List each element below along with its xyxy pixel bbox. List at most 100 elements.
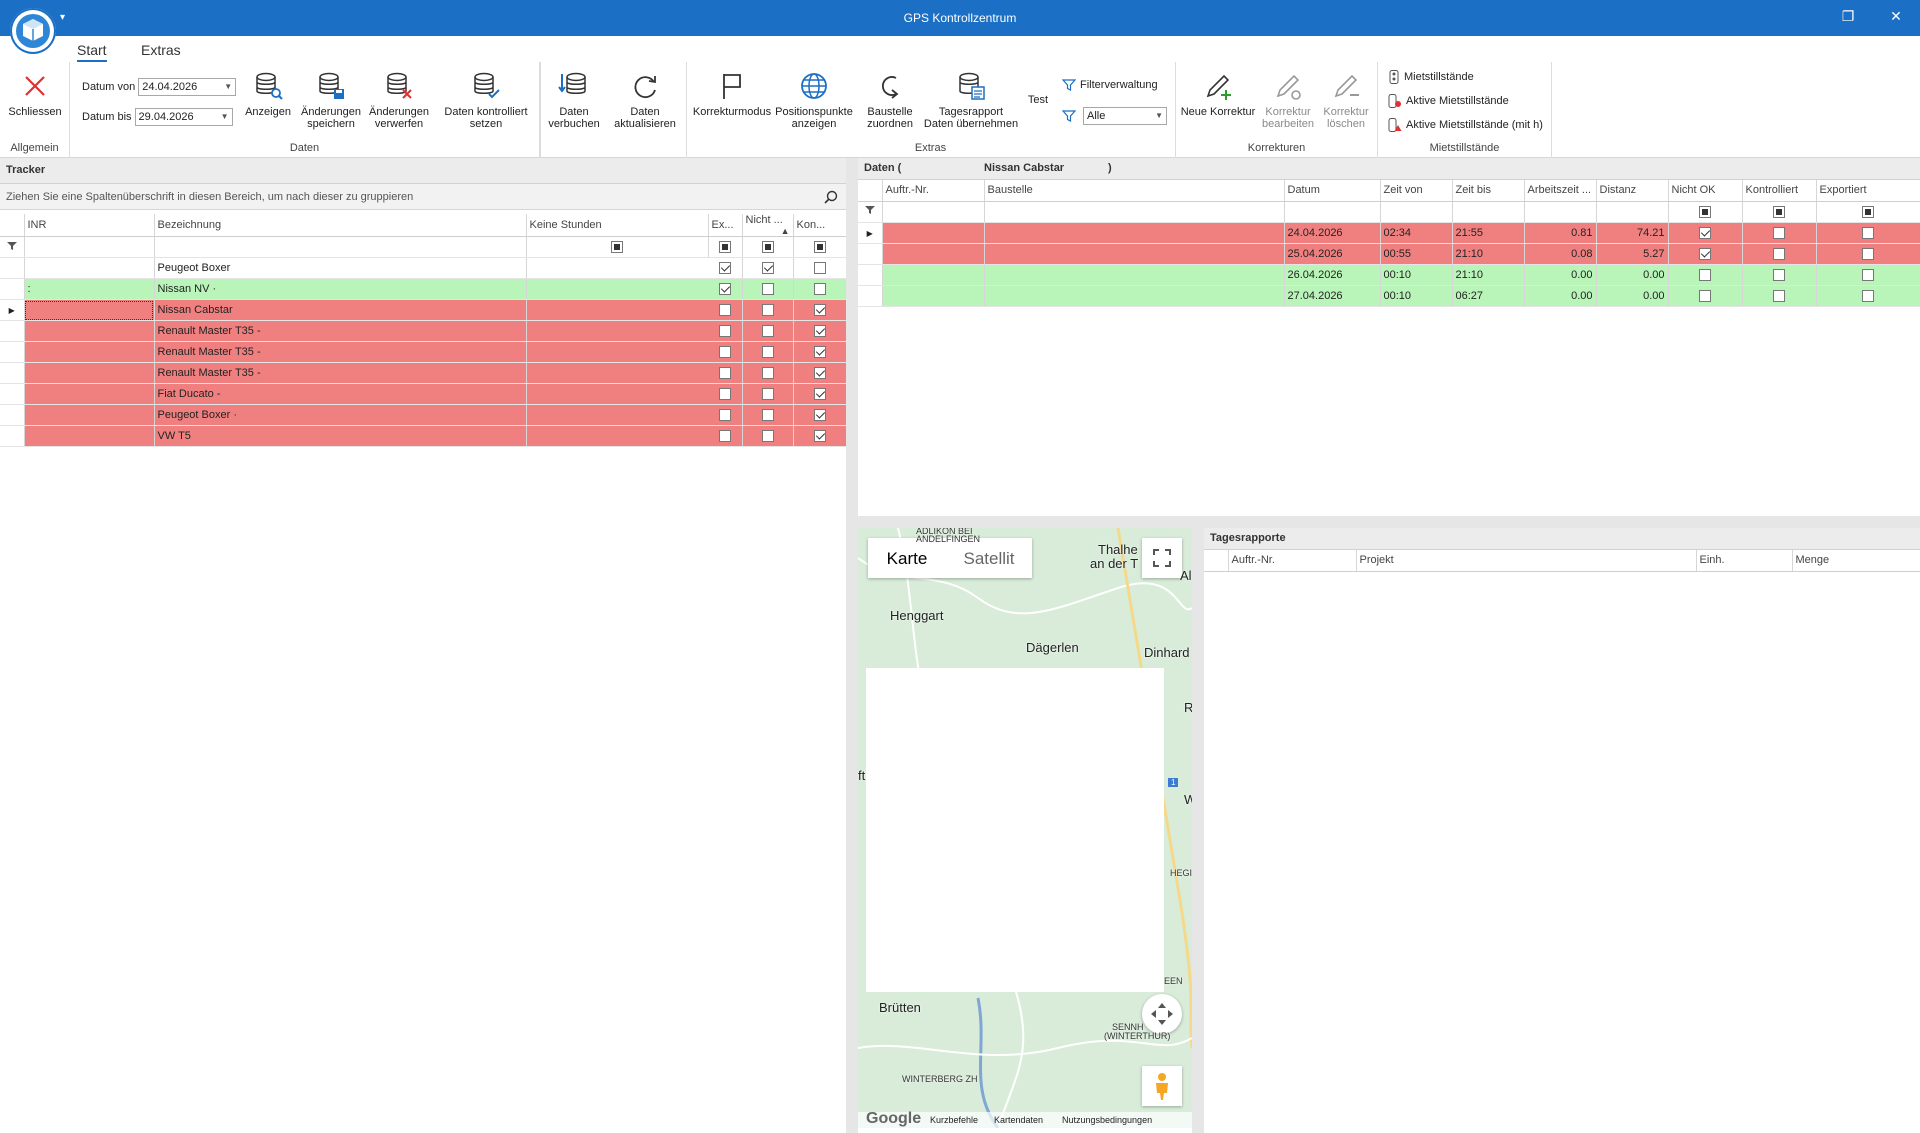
column-header-menge[interactable]: Menge <box>1792 550 1920 572</box>
column-header-baustelle[interactable]: Baustelle <box>984 180 1285 202</box>
cell-kontrolliert[interactable] <box>1742 243 1817 265</box>
checkbox[interactable] <box>1862 226 1874 239</box>
cell-auftr-nr[interactable] <box>882 264 985 286</box>
cell-bezeichnung[interactable]: VW T5 <box>154 425 527 447</box>
tracker-row[interactable]: ▶ Nissan Cabstar <box>0 299 847 321</box>
cell-exportiert[interactable] <box>1816 243 1920 265</box>
tracker-row[interactable]: VW T5 <box>0 425 847 447</box>
column-header-arbeitszeit[interactable]: Arbeitszeit ... <box>1524 180 1597 202</box>
tracker-row[interactable]: Peugeot Boxer · <box>0 404 847 426</box>
aktive-mietstillstaende-button[interactable]: Aktive Mietstillstände <box>1388 94 1509 108</box>
checkbox[interactable] <box>1862 268 1874 281</box>
cell-arbeitszeit[interactable]: 0.08 <box>1524 243 1597 265</box>
checkbox[interactable] <box>761 430 774 443</box>
checkbox[interactable] <box>761 283 774 296</box>
cell-exportiert[interactable] <box>742 257 794 279</box>
daten-row[interactable]: ▶ 24.04.2026 02:34 21:55 0.81 74.21 <box>858 222 1920 244</box>
checkbox[interactable] <box>813 304 826 317</box>
cell-bezeichnung[interactable]: Fiat Ducato - <box>154 383 527 405</box>
aenderungen-speichern-button[interactable]: Änderungen speichern <box>300 70 362 130</box>
neue-korrektur-button[interactable]: Neue Korrektur <box>1178 70 1258 118</box>
column-header-zeit-von[interactable]: Zeit von <box>1380 180 1453 202</box>
cell-exportiert[interactable] <box>742 299 794 321</box>
cell-keine-stunden[interactable] <box>708 278 743 300</box>
daten-verbuchen-button[interactable]: Daten verbuchen <box>544 70 604 130</box>
cell-inr[interactable] <box>24 425 155 447</box>
column-header-einheit[interactable]: Einh. <box>1696 550 1793 572</box>
vertical-splitter[interactable] <box>846 158 858 1133</box>
tracker-row[interactable]: Renault Master T35 - <box>0 320 847 342</box>
cell-datum[interactable]: 26.04.2026 <box>1284 264 1381 286</box>
row-indicator[interactable] <box>0 425 25 447</box>
cell-bezeichnung[interactable]: Nissan Cabstar <box>154 299 527 321</box>
row-indicator[interactable] <box>0 404 25 426</box>
korrektur-loeschen-button[interactable]: Korrektur löschen <box>1318 70 1374 130</box>
row-indicator[interactable]: ▶ <box>0 299 25 321</box>
column-header-keine-stunden[interactable]: Keine Stunden <box>526 214 709 237</box>
cell-bezeichnung[interactable]: Renault Master T35 - <box>154 320 527 342</box>
cell-exportiert[interactable] <box>742 341 794 363</box>
checkbox[interactable] <box>718 430 731 443</box>
cell-nicht-ok[interactable] <box>793 362 847 384</box>
row-indicator[interactable] <box>0 320 25 342</box>
cell-datum[interactable]: 24.04.2026 <box>1284 222 1381 244</box>
checkbox[interactable] <box>761 262 774 275</box>
horizontal-splitter[interactable] <box>858 516 1920 528</box>
map-tab-satellit[interactable]: Satellit <box>946 538 1032 578</box>
tab-extras[interactable]: Extras <box>141 42 181 58</box>
filter-exportiert[interactable] <box>1816 201 1920 223</box>
cell-inr[interactable] <box>24 383 155 405</box>
street-view-pegman[interactable] <box>1142 1066 1182 1106</box>
filter-bezeichnung[interactable] <box>154 236 527 258</box>
column-header-nicht-ok[interactable]: Nicht OK <box>1668 180 1743 202</box>
filter-nicht-ok[interactable] <box>1668 201 1743 223</box>
cell-nicht-ok[interactable] <box>793 404 847 426</box>
baustelle-zuordnen-button[interactable]: Baustelle zuordnen <box>862 70 918 130</box>
cell-kontrolliert[interactable] <box>1742 264 1817 286</box>
cell-kontrolliert[interactable] <box>1742 285 1817 307</box>
row-indicator[interactable] <box>858 264 883 286</box>
cell-bezeichnung[interactable]: Peugeot Boxer · <box>154 404 527 426</box>
cell-exportiert[interactable] <box>742 362 794 384</box>
cell-auftr-nr[interactable] <box>882 285 985 307</box>
cell-keine-stunden[interactable] <box>708 362 743 384</box>
daten-row[interactable]: 25.04.2026 00:55 21:10 0.08 5.27 <box>858 243 1920 265</box>
close-window-icon[interactable]: ✕ <box>1886 8 1906 25</box>
cell-inr[interactable] <box>24 341 155 363</box>
tracker-row[interactable]: Peugeot Boxer <box>0 257 847 279</box>
app-logo[interactable] <box>10 8 56 54</box>
daten-aktualisieren-button[interactable]: Daten aktualisieren <box>608 70 682 130</box>
group-by-area[interactable]: Ziehen Sie eine Spaltenüberschrift in di… <box>0 184 846 210</box>
map-view[interactable]: Karte Satellit ADLIKON BEI ANDELFINGEN T… <box>858 528 1192 1128</box>
datum-von-input[interactable]: 24.04.2026 ▼ <box>138 78 237 96</box>
cell-exportiert[interactable] <box>1816 222 1920 244</box>
map-data-link[interactable]: Kartendaten <box>994 1115 1043 1125</box>
cell-keine-stunden[interactable] <box>708 320 743 342</box>
map-splitter[interactable] <box>1192 528 1204 1133</box>
positionspunkte-anzeigen-button[interactable]: Positionspunkte anzeigen <box>774 70 854 130</box>
cell-nicht-ok[interactable] <box>793 320 847 342</box>
cell-exportiert[interactable] <box>1816 285 1920 307</box>
cell-keine-stunden[interactable] <box>708 404 743 426</box>
cell-auftr-nr[interactable] <box>882 243 985 265</box>
korrektur-bearbeiten-button[interactable]: Korrektur bearbeiten <box>1260 70 1316 130</box>
tab-start[interactable]: Start <box>77 42 107 62</box>
cell-exportiert[interactable] <box>742 383 794 405</box>
tracker-row[interactable]: : Nissan NV · <box>0 278 847 300</box>
checkbox[interactable] <box>813 346 826 359</box>
cell-inr[interactable] <box>24 404 155 426</box>
column-header-nicht-ok[interactable]: Nicht ... ▲ <box>742 214 794 237</box>
cell-nicht-ok[interactable] <box>793 299 847 321</box>
cell-zeit-von[interactable]: 02:34 <box>1380 222 1453 244</box>
map-shortcuts-link[interactable]: Kurzbefehle <box>930 1115 978 1125</box>
cell-exportiert[interactable] <box>1816 264 1920 286</box>
cell-keine-stunden[interactable] <box>708 341 743 363</box>
cell-bezeichnung[interactable]: Nissan NV · <box>154 278 527 300</box>
checkbox[interactable] <box>761 367 774 380</box>
aktive-mietstillstaende-mit-h-button[interactable]: Aktive Mietstillstände (mit h) <box>1388 118 1543 132</box>
restore-icon[interactable]: ❐ <box>1838 8 1858 25</box>
column-header-inr[interactable]: INR <box>24 214 155 237</box>
checkbox[interactable] <box>813 367 826 380</box>
column-header-auftr-nr[interactable]: Auftr.-Nr. <box>882 180 985 202</box>
tracker-row[interactable]: Fiat Ducato - <box>0 383 847 405</box>
